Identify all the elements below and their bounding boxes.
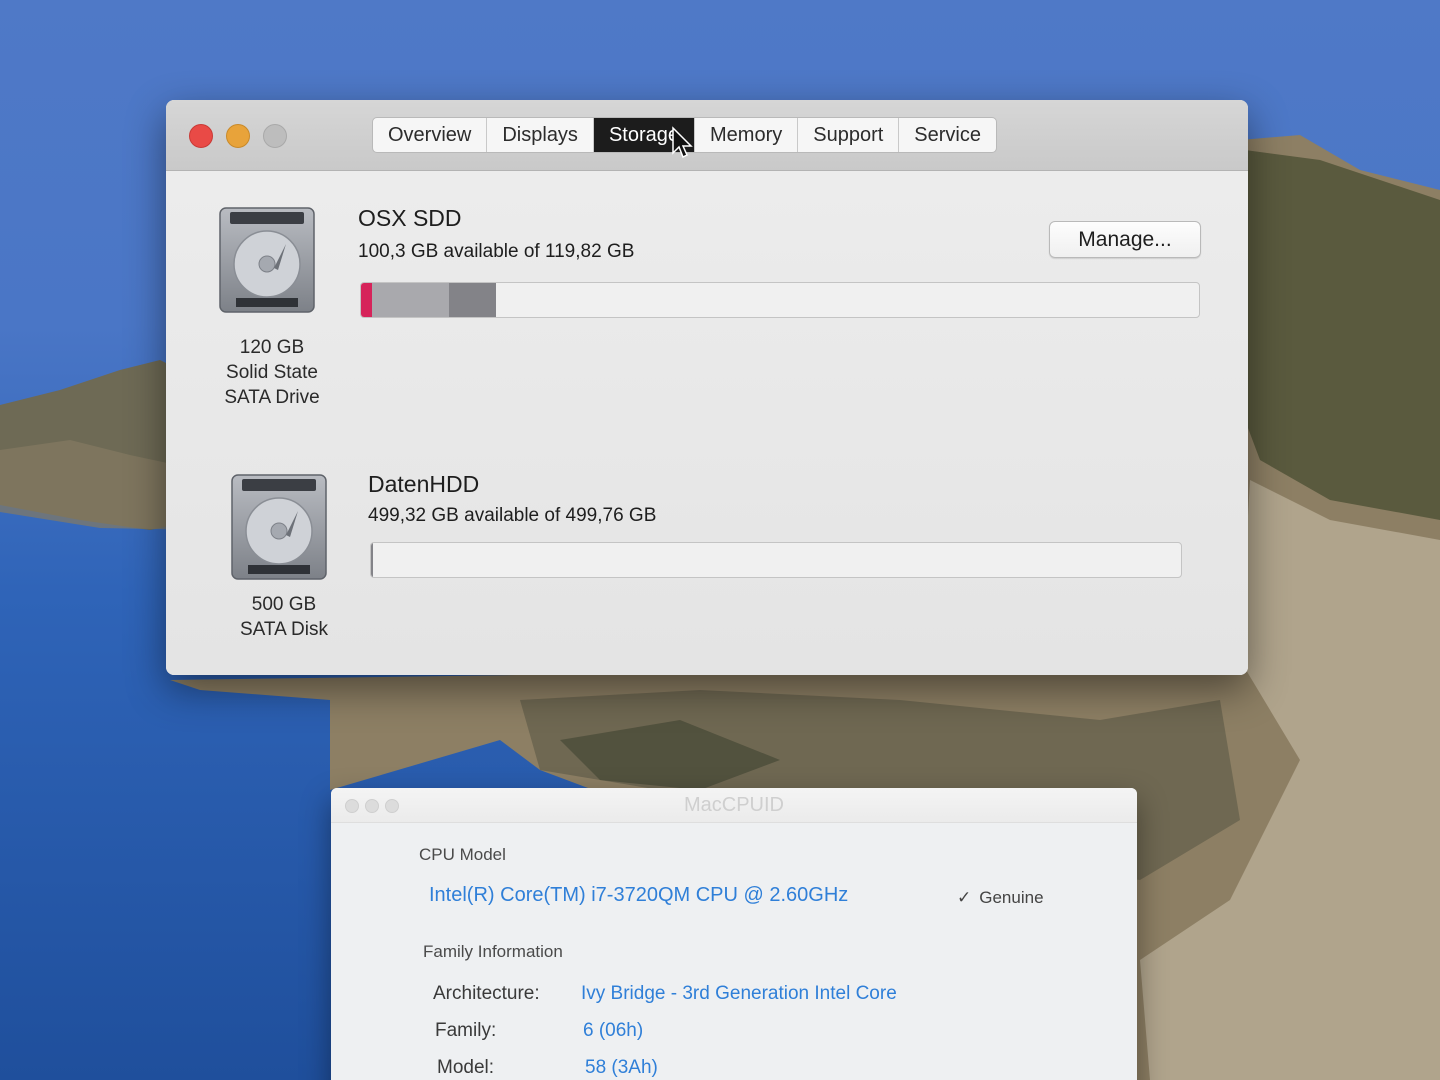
storage-usage-bar: [370, 542, 1182, 578]
cpu-model-label: CPU Model: [419, 845, 506, 864]
tab-memory[interactable]: Memory: [695, 118, 799, 152]
model-key: Model:: [437, 1057, 495, 1078]
drive-availability: 499,32 GB available of 499,76 GB: [368, 505, 657, 526]
zoom-window-button: [263, 124, 287, 148]
manage-button[interactable]: Manage...: [1049, 221, 1201, 258]
usage-segment-dark-gray: [371, 543, 374, 577]
model-value: 58 (3Ah): [585, 1057, 658, 1078]
about-this-mac-window: Overview Displays Storage Memory Support…: [166, 100, 1248, 675]
drive-capacity-label: 500 GB: [251, 594, 317, 615]
drive-caption: 500 GB SATA Disk: [204, 592, 364, 642]
tab-overview[interactable]: Overview: [373, 118, 488, 152]
usage-segment-red: [361, 283, 372, 317]
window-titlebar: Overview Displays Storage Memory Support…: [166, 100, 1248, 171]
checkmark-icon: ✓: [957, 888, 972, 907]
tab-displays[interactable]: Displays: [487, 118, 594, 152]
maccpuid-window: MacCPUID CPU Model Intel(R) Core(TM) i7-…: [331, 788, 1137, 1080]
architecture-value: Ivy Bridge - 3rd Generation Intel Core: [581, 983, 897, 1004]
drive-name: OSX SDD: [358, 205, 462, 231]
family-value: 6 (06h): [583, 1020, 644, 1041]
cpu-model-value: Intel(R) Core(TM) i7-3720QM CPU @ 2.60GH…: [429, 884, 849, 906]
drive-interface-label: SATA Drive: [224, 387, 320, 408]
storage-usage-bar: [360, 282, 1200, 318]
mouse-pointer-icon: [672, 126, 693, 159]
usage-segment-light-gray: [371, 283, 449, 317]
drive-caption: 120 GB Solid State SATA Drive: [192, 335, 352, 410]
genuine-label: Genuine: [979, 888, 1044, 907]
tab-service[interactable]: Service: [899, 118, 996, 152]
usage-segment-dark-gray: [448, 283, 496, 317]
drive-name: DatenHDD: [368, 471, 480, 497]
drive-availability: 100,3 GB available of 119,82 GB: [358, 241, 635, 262]
hard-drive-icon: [231, 474, 327, 580]
close-window-button[interactable]: [189, 124, 213, 148]
drive-capacity-label: 120 GB: [239, 337, 305, 358]
family-information-label: Family Information: [423, 942, 563, 961]
window-title: MacCPUID: [683, 794, 784, 816]
storage-panel: 120 GB Solid State SATA Drive OSX SDD 10…: [166, 171, 1248, 675]
hard-drive-icon: [219, 207, 315, 313]
drive-type-label: Solid State: [226, 362, 318, 383]
genuine-indicator: ✓ Genuine: [957, 888, 1044, 908]
architecture-key: Architecture:: [433, 983, 540, 1004]
window-titlebar: MacCPUID: [331, 788, 1137, 823]
desktop-wallpaper: Overview Displays Storage Memory Support…: [0, 0, 1440, 1080]
minimize-window-button[interactable]: [226, 124, 250, 148]
family-key: Family:: [435, 1020, 497, 1041]
drive-type-label: SATA Disk: [240, 619, 328, 640]
tab-support[interactable]: Support: [798, 118, 900, 152]
